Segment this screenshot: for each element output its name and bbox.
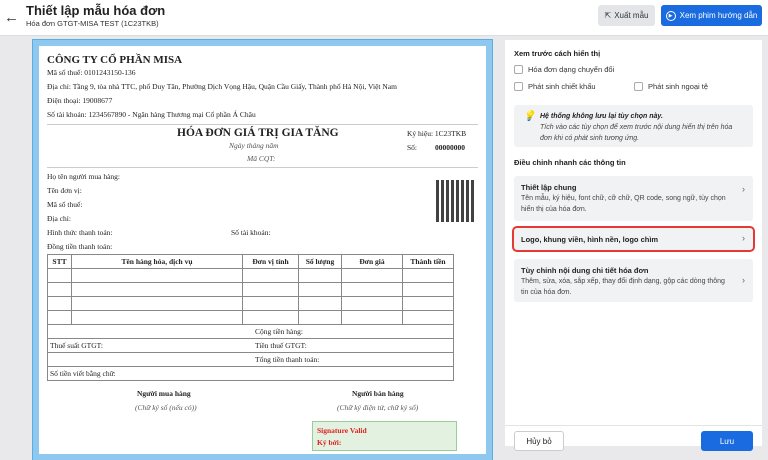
card-desc: Tên mẫu, ký hiệu, font chữ, cỡ chữ, QR c… [521,195,726,213]
watch-video-button[interactable]: ▶ Xem phim hướng dẫn [661,5,762,26]
col-amount: Thành tiền [402,254,454,269]
export-icon: ⇱ [604,11,612,20]
col-name: Tên hàng hóa, dịch vụ [71,254,243,269]
signature-valid: Signature Valid [317,426,367,435]
header: ← Thiết lập mẫu hóa đơn Hóa đơn GTGT-MIS… [0,0,768,36]
invoice-paper: CÔNG TY CỔ PHẦN MISA Mã số thuế: 0101243… [32,39,493,460]
checkbox-converted-invoice[interactable]: Hóa đơn dạng chuyển đổi [514,65,614,74]
col-stt: STT [47,254,72,269]
symbol-value: 1C23TKB [434,129,467,138]
checkbox-foreign-currency[interactable]: Phát sinh ngoại tệ [634,82,708,91]
card-general-settings[interactable]: Thiết lập chung Tên mẫu, ký hiệu, font ch… [514,176,753,221]
checkbox-label: Hóa đơn dạng chuyển đổi [528,65,615,74]
back-arrow-icon[interactable]: ← [4,9,19,26]
preview-title: Xem trước cách hiển thị [514,49,601,58]
col-qty: Số lượng [298,254,342,269]
video-label: Xem phim hướng dẫn [679,11,758,20]
seller-signature-note: (Chữ ký điện tử, chữ ký số) [337,403,419,412]
chevron-right-icon: › [742,184,745,194]
card-desc: Thêm, sửa, xóa, sắp xếp, thay đổi định d… [521,278,725,296]
card-title: Logo, khung viền, hình nền, logo chìm [521,235,659,244]
page-title: Thiết lập mẫu hóa đơn [26,3,166,18]
card-logo-border-background[interactable]: Logo, khung viền, hình nền, logo chìm › [512,226,755,252]
info-note: 💡 Hệ thống không lưu lại tùy chọn này. Tíc… [514,105,753,147]
symbol-label: Ký hiệu: [407,129,434,138]
items-table: STT Tên hàng hóa, dịch vụ Đơn vị tính Số lư… [47,254,454,381]
col-price: Đơn giá [341,254,403,269]
seller-signature-label: Người bán hàng [352,389,404,398]
buyer-unit: Tên đơn vị: [47,186,82,195]
settings-panel: Xem trước cách hiển thị Hóa đơn dạng chu… [505,40,762,451]
currency: Đồng tiền thanh toán: [47,242,113,251]
cqt-code: Mã CQT: [247,154,276,163]
table-row [47,268,454,283]
checkbox-discount[interactable]: Phát sinh chiết khấu [514,82,596,91]
quick-adjust-title: Điều chỉnh nhanh các thông tin [514,158,626,167]
vat-rate: Thuế suất GTGT: [50,341,103,350]
number-label: Số: [407,143,418,152]
col-unit: Đơn vị tính [242,254,299,269]
export-label: Xuất mẫu [614,11,649,20]
buyer-tax-code: Mã số thuế: [47,200,83,209]
cancel-button[interactable]: Hủy bỏ [514,431,564,451]
tax-code: Mã số thuế: 0101243150-136 [47,68,136,77]
vat-amount: Tiền thuế GTGT: [255,341,307,350]
checkbox-label: Phát sinh chiết khấu [528,82,596,91]
subtotal: Cộng tiền hàng: [47,324,454,339]
card-detail-content[interactable]: Tùy chỉnh nội dung chi tiết hóa đơn Thêm,… [514,259,753,302]
note-text: Tích vào các tùy chọn để xem trước nội d… [540,124,733,142]
signature-box: Signature Valid Ký bởi: [312,421,457,451]
chevron-right-icon: › [742,233,745,243]
qr-code [436,180,476,222]
buyer-address: Địa chỉ: [47,214,71,223]
buyer-signature-note: (Chữ ký số (nếu có)) [135,403,197,412]
card-title: Thiết lập chung [521,183,577,192]
company-name: CÔNG TY CỔ PHẦN MISA [47,54,183,66]
buyer-signature-label: Người mua hàng [137,389,191,398]
save-button[interactable]: Lưu [701,431,753,451]
card-title: Tùy chỉnh nội dung chi tiết hóa đơn [521,266,649,275]
play-icon: ▶ [665,10,676,21]
invoice-title: HÓA ĐƠN GIÁ TRỊ GIA TĂNG [177,127,339,139]
lightbulb-icon: 💡 [523,111,536,122]
page-subtitle: Hóa đơn GTGT-MISA TEST (1C23TKB) [26,19,159,28]
buyer-account: Số tài khoản: [231,228,271,237]
invoice-date: Ngày tháng năm [229,141,279,150]
amount-in-words: Số tiền viết bằng chữ: [47,366,454,381]
buyer-name: Họ tên người mua hàng: [47,172,121,181]
export-template-button[interactable]: ⇱ Xuất mẫu [598,5,655,26]
address: Địa chỉ: Tầng 9, tòa nhà TTC, phố Duy Tâ… [47,82,397,91]
invoice-preview: CÔNG TY CỔ PHẦN MISA Mã số thuế: 0101243… [22,36,502,460]
number-value: 00000000 [435,143,466,152]
bank-account: Số tài khoản: 1234567890 - Ngân hàng Thư… [47,110,256,119]
table-row [47,282,454,297]
note-title: Hệ thống không lưu lại tùy chọn này. [540,113,663,120]
panel-footer: Hủy bỏ Lưu [505,425,762,455]
total: Tổng tiền thanh toán: [47,352,454,367]
table-row [47,310,454,325]
table-row [47,296,454,311]
phone: Điện thoại: 19008677 [47,96,113,105]
checkbox-label: Phát sinh ngoại tệ [648,82,709,91]
payment-method: Hình thức thanh toán: [47,228,113,237]
chevron-right-icon: › [742,275,745,285]
